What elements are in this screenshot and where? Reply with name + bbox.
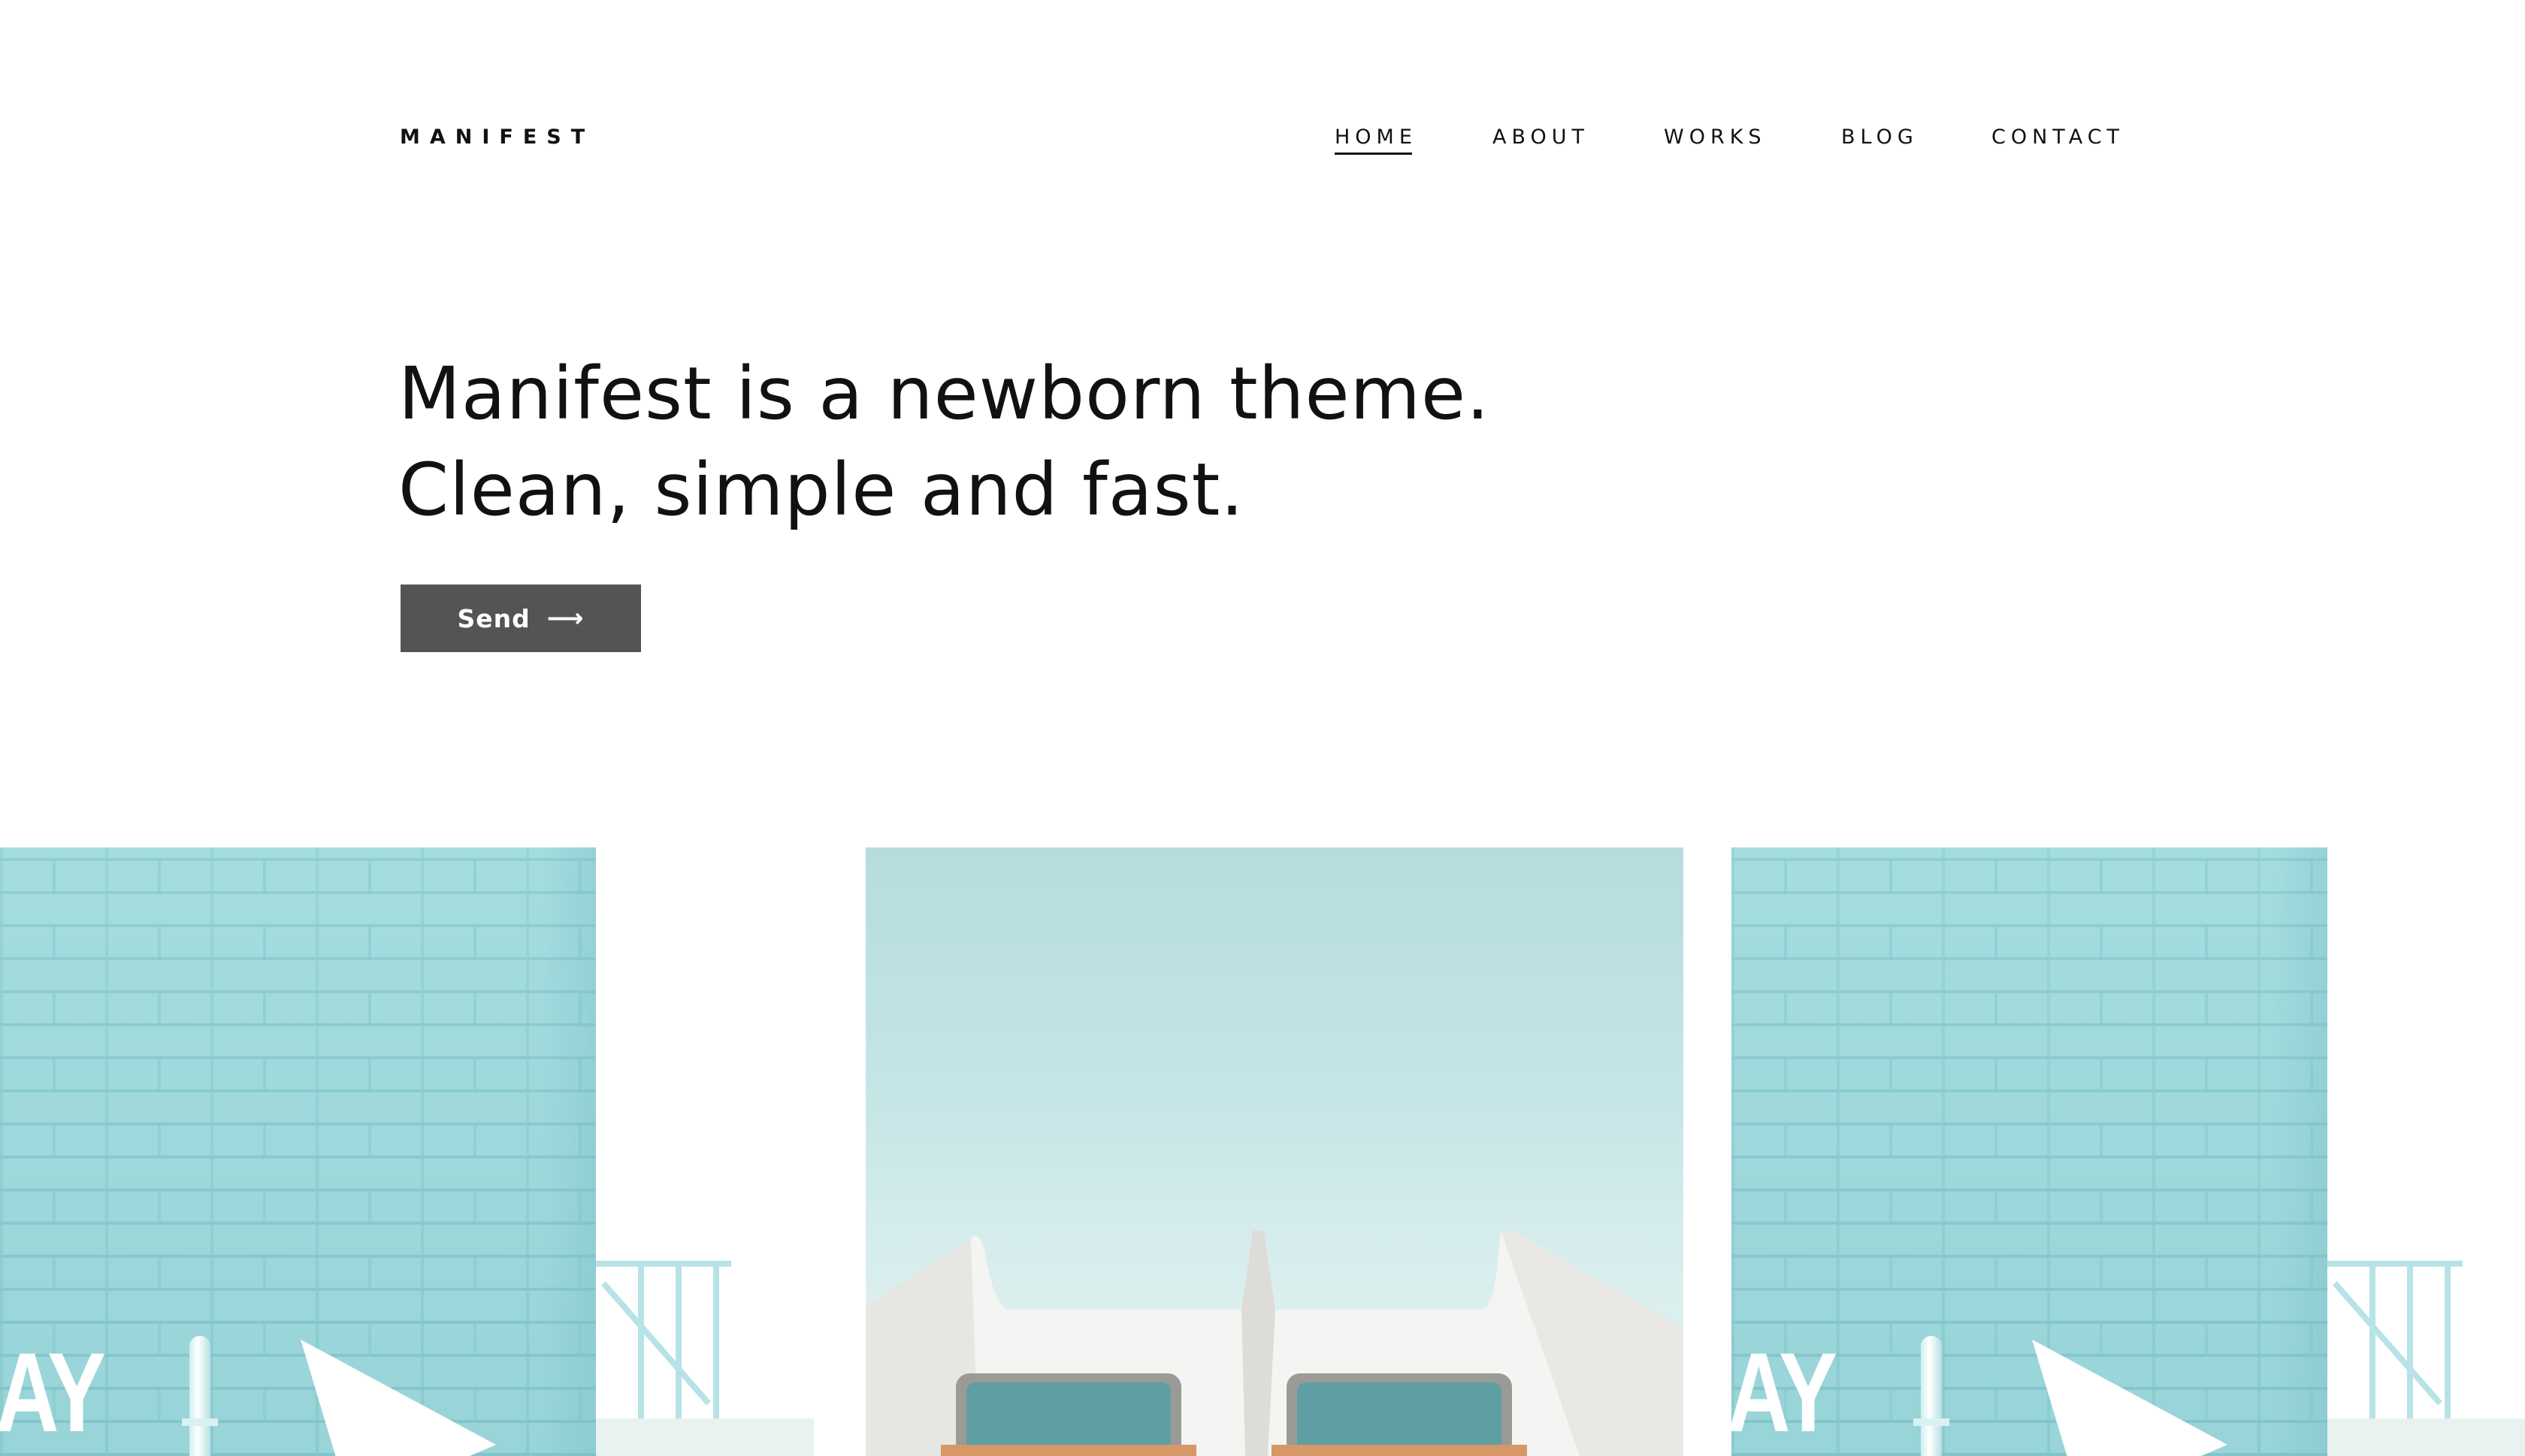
railing bbox=[596, 1261, 814, 1456]
hero-headline-line-2: Clean, simple and fast. bbox=[398, 448, 1244, 532]
pipe-clamp bbox=[1913, 1418, 1949, 1426]
nav-item-about[interactable]: ABOUT bbox=[1492, 125, 1589, 150]
painted-arrow-shape bbox=[2032, 1340, 2227, 1456]
nav-item-contact[interactable]: CONTACT bbox=[1991, 125, 2124, 150]
arrow-right-icon: ⟶ bbox=[546, 603, 585, 633]
gallery-image-building[interactable] bbox=[866, 847, 1683, 1456]
wall-painted-text: AY bbox=[1731, 1329, 1837, 1455]
gallery-image-brick-wall[interactable]: AY bbox=[0, 847, 815, 1456]
send-button[interactable]: Send ⟶ bbox=[401, 585, 641, 652]
building-photo bbox=[866, 847, 1683, 1456]
painted-arrow-shape bbox=[301, 1340, 496, 1456]
nav-item-home[interactable]: HOME bbox=[1335, 125, 1417, 155]
pipe-clamp bbox=[182, 1418, 218, 1426]
drain-pipe bbox=[189, 1336, 210, 1456]
white-building bbox=[866, 1231, 1683, 1456]
gallery-image-brick-wall-2[interactable]: AY bbox=[1731, 847, 2525, 1456]
send-button-label: Send bbox=[457, 603, 531, 633]
nav-item-blog[interactable]: BLOG bbox=[1841, 125, 1919, 150]
nav-item-works[interactable]: WORKS bbox=[1664, 125, 1767, 150]
hero-headline-line-1: Manifest is a newborn theme. bbox=[398, 352, 1490, 436]
brick-wall-photo: AY bbox=[0, 847, 815, 1456]
main-nav: HOME ABOUT WORKS BLOG CONTACT bbox=[0, 125, 2525, 155]
wall-painted-text: AY bbox=[0, 1329, 106, 1455]
brick-wall-photo-2: AY bbox=[1731, 847, 2525, 1456]
drain-pipe bbox=[1921, 1336, 1942, 1456]
railing bbox=[2327, 1261, 2525, 1456]
hero-headline: Manifest is a newborn theme. Clean, simp… bbox=[398, 346, 1490, 538]
